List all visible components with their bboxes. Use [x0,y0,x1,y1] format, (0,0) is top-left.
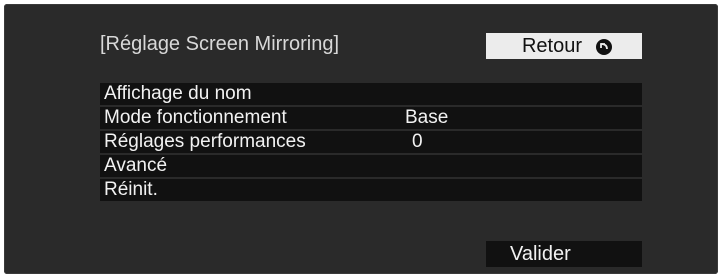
return-circle-icon [596,38,613,55]
menu-item-mode-fonctionnement[interactable]: Mode fonctionnement Base [100,107,642,129]
menu-item-value: 0 [412,131,423,152]
projector-settings-screen: [Réglage Screen Mirroring] Retour Affich… [4,4,718,274]
menu-item-avance[interactable]: Avancé [100,155,642,177]
menu-item-affichage-du-nom[interactable]: Affichage du nom [100,83,642,105]
menu-item-label: Avancé [104,155,168,176]
back-button-label: Retour [521,34,583,57]
validate-button[interactable]: Valider [486,241,642,267]
menu-item-label: Affichage du nom [104,83,252,104]
menu-item-reinit[interactable]: Réinit. [100,179,642,201]
menu-item-label: Réinit. [104,179,158,200]
menu-item-reglages-performances[interactable]: Réglages performances 0 [100,131,642,153]
back-button[interactable]: Retour [486,33,642,59]
menu-item-label: Mode fonctionnement [104,107,287,128]
menu-item-value: Base [405,107,449,128]
menu-item-label: Réglages performances [104,131,306,152]
settings-menu: Affichage du nom Mode fonctionnement Bas… [100,83,642,201]
page-title: [Réglage Screen Mirroring] [100,33,339,55]
